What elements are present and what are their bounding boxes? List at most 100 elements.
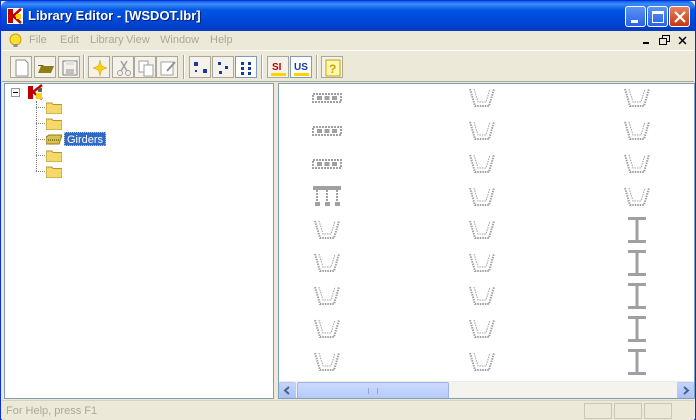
close-icon bbox=[674, 11, 686, 23]
new-file-button[interactable] bbox=[10, 56, 32, 78]
library-editor-app-icon[interactable] bbox=[7, 8, 23, 24]
folder-icon[interactable] bbox=[46, 101, 62, 114]
scroll-left-button[interactable] bbox=[279, 382, 296, 398]
u-beam-icon[interactable] bbox=[313, 318, 341, 343]
u-beam-icon[interactable] bbox=[468, 87, 496, 112]
maximize-icon bbox=[652, 11, 664, 23]
u-beam-icon[interactable] bbox=[468, 252, 496, 277]
u-beam-icon[interactable] bbox=[468, 285, 496, 310]
i-beam-icon[interactable] bbox=[625, 216, 649, 247]
i-beam-icon[interactable] bbox=[625, 282, 649, 313]
small-icons-button[interactable] bbox=[212, 56, 234, 78]
tree-connector bbox=[36, 155, 45, 156]
u-beam-icon[interactable] bbox=[623, 153, 651, 178]
tree-item-girders[interactable]: Girders bbox=[64, 132, 107, 146]
girder-folder-icon[interactable] bbox=[46, 134, 62, 147]
menu-file[interactable]: File bbox=[29, 34, 47, 46]
window-title: Library Editor - [WSDOT.lbr] bbox=[28, 8, 201, 23]
close-button[interactable] bbox=[669, 6, 690, 27]
menu-view[interactable]: View bbox=[126, 34, 150, 46]
arrow-left-icon bbox=[283, 386, 290, 395]
u-beam-icon[interactable] bbox=[623, 186, 651, 211]
title-bar[interactable]: Library Editor - [WSDOT.lbr] bbox=[1, 1, 695, 31]
u-beam-icon[interactable] bbox=[313, 285, 341, 310]
minimize-button[interactable] bbox=[625, 6, 646, 27]
tree-connector bbox=[36, 101, 37, 171]
new-file-icon bbox=[15, 59, 29, 77]
menu-edit[interactable]: Edit bbox=[60, 34, 79, 46]
u-beam-icon[interactable] bbox=[623, 120, 651, 145]
tree-collapse-toggle[interactable] bbox=[11, 88, 20, 97]
scroll-right-button[interactable] bbox=[677, 382, 694, 398]
si-units-button[interactable]: SI bbox=[267, 56, 289, 78]
menu-window[interactable]: Window bbox=[160, 34, 199, 46]
box-beam-icon[interactable] bbox=[312, 92, 342, 107]
copy-icon bbox=[138, 60, 154, 77]
box-beam-icon[interactable] bbox=[312, 158, 342, 173]
small-icons-icon bbox=[218, 62, 228, 74]
open-file-button[interactable] bbox=[34, 56, 56, 78]
minimize-icon bbox=[631, 20, 638, 23]
toolbar-separator bbox=[261, 55, 263, 79]
list-view-button[interactable] bbox=[235, 56, 257, 78]
si-units-icon: SI bbox=[271, 62, 286, 76]
scroll-thumb[interactable] bbox=[297, 382, 449, 398]
edit-entry-button[interactable] bbox=[156, 56, 178, 78]
u-beam-icon[interactable] bbox=[468, 318, 496, 343]
u-beam-icon[interactable] bbox=[313, 219, 341, 244]
status-panel bbox=[614, 403, 642, 419]
svg-text:?: ? bbox=[329, 62, 336, 76]
maximize-button[interactable] bbox=[647, 6, 668, 27]
box-beam-icon[interactable] bbox=[312, 125, 342, 140]
menu-bar: File Edit Library View Window Help bbox=[2, 31, 694, 50]
u-beam-icon[interactable] bbox=[468, 186, 496, 211]
large-icons-button[interactable] bbox=[189, 56, 211, 78]
tree-connector bbox=[36, 139, 45, 140]
i-beam-icon[interactable] bbox=[625, 348, 649, 379]
arrow-right-icon bbox=[683, 386, 690, 395]
folder-icon[interactable] bbox=[46, 165, 62, 178]
i-beam-icon[interactable] bbox=[625, 315, 649, 346]
menu-help[interactable]: Help bbox=[210, 34, 233, 46]
toolbar-separator bbox=[83, 55, 85, 79]
menu-library[interactable]: Library bbox=[90, 34, 124, 46]
u-beam-icon[interactable] bbox=[313, 351, 341, 376]
sparkle-icon bbox=[92, 59, 108, 77]
u-beam-icon[interactable] bbox=[468, 351, 496, 376]
mdi-restore-icon[interactable] bbox=[658, 34, 672, 47]
edit-icon bbox=[160, 61, 176, 76]
u-beam-icon[interactable] bbox=[468, 120, 496, 145]
u-beam-icon[interactable] bbox=[468, 219, 496, 244]
status-panel bbox=[644, 403, 672, 419]
mdi-close-icon[interactable] bbox=[676, 34, 690, 47]
folder-icon[interactable] bbox=[46, 117, 62, 130]
save-button[interactable] bbox=[58, 56, 80, 78]
library-tree[interactable]: Girders bbox=[4, 83, 274, 399]
horizontal-scrollbar[interactable] bbox=[279, 381, 694, 398]
large-icons-icon bbox=[194, 62, 207, 73]
u-beam-icon[interactable] bbox=[313, 252, 341, 277]
tree-connector bbox=[36, 171, 45, 172]
help-button[interactable]: ? bbox=[321, 56, 343, 78]
mdi-minimize-icon[interactable] bbox=[640, 34, 654, 47]
library-root-icon[interactable] bbox=[27, 84, 45, 101]
cut-button[interactable] bbox=[112, 56, 134, 78]
save-icon bbox=[62, 60, 78, 76]
si-label: SI bbox=[272, 62, 282, 73]
status-bar: For Help, press F1 bbox=[2, 400, 694, 420]
i-beam-icon[interactable] bbox=[625, 249, 649, 280]
scroll-grip bbox=[368, 388, 378, 394]
new-entry-button[interactable] bbox=[88, 56, 110, 78]
folder-icon[interactable] bbox=[46, 149, 62, 162]
girder-list-view[interactable] bbox=[278, 83, 695, 399]
u-beam-icon[interactable] bbox=[623, 87, 651, 112]
copy-button[interactable] bbox=[134, 56, 156, 78]
deck-bulb-tee-icon[interactable] bbox=[312, 185, 342, 212]
u-beam-icon[interactable] bbox=[468, 153, 496, 178]
cut-icon bbox=[117, 60, 131, 76]
status-panel bbox=[584, 403, 612, 419]
us-units-button[interactable]: US bbox=[290, 56, 312, 78]
us-units-icon: US bbox=[294, 62, 309, 76]
document-lightbulb-icon[interactable] bbox=[8, 33, 23, 48]
tree-connector bbox=[36, 107, 45, 108]
